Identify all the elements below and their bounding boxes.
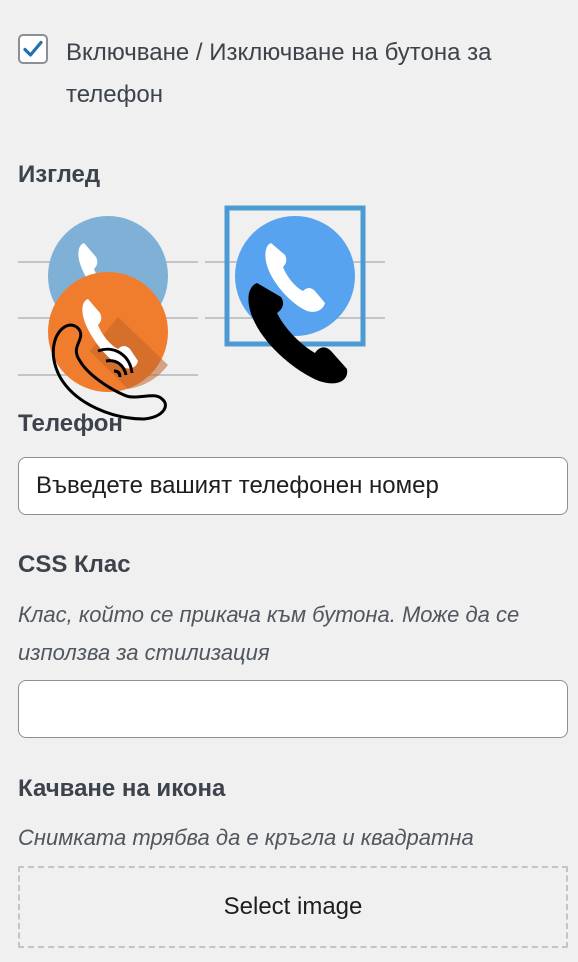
- select-image-button[interactable]: Select image: [18, 866, 568, 948]
- appearance-option-2[interactable]: [205, 205, 395, 395]
- enable-toggle-label: Включване / Изключване на бутона за теле…: [66, 39, 492, 108]
- appearance-title: Изглед: [18, 161, 101, 188]
- enable-checkbox[interactable]: [18, 34, 48, 64]
- phone-title: Телефон: [18, 410, 123, 437]
- blue-black-phone-icon: [205, 205, 385, 384]
- icon-upload-help: Снимката трябва да е кръгла и квадратна: [18, 825, 474, 850]
- css-class-input[interactable]: [18, 680, 568, 738]
- icon-upload-title: Качване на икона: [18, 775, 226, 802]
- css-class-help: Клас, който се прикача към бутона. Може …: [18, 602, 520, 665]
- css-class-title: CSS Клас: [18, 551, 131, 578]
- phone-input[interactable]: [18, 457, 568, 515]
- checkmark-icon: [23, 40, 43, 57]
